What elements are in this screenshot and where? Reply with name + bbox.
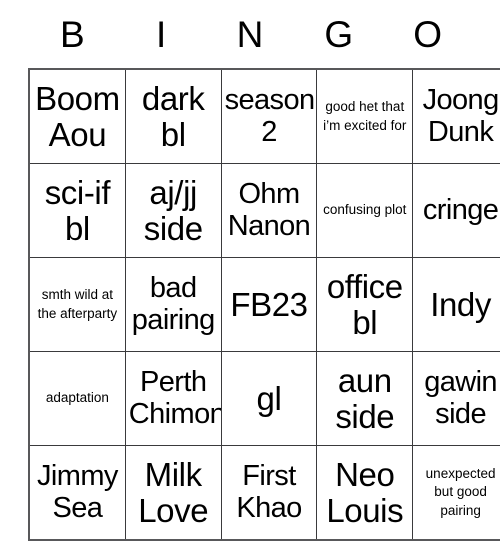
bingo-cell-label: gl (256, 379, 282, 417)
bingo-cell-label: smth wild at the afterparty (37, 287, 118, 321)
bingo-cell-label: Boom Aou (35, 80, 120, 153)
bingo-cell[interactable]: bad pairing (124, 257, 222, 352)
bingo-cell-label: bad pairing (131, 272, 215, 336)
bingo-row: smth wild at the afterparty bad pairing … (28, 257, 500, 352)
bingo-cell[interactable]: gl (220, 351, 318, 446)
bingo-cell-label: cringe (422, 193, 499, 226)
bingo-cell[interactable]: Milk Love (124, 445, 222, 541)
bingo-row: Boom Aou dark bl season 2 good het that … (28, 68, 500, 164)
bingo-row: Jimmy Sea Milk Love First Khao Neo Louis… (28, 445, 500, 541)
bingo-cell-label: gawin side (424, 366, 497, 430)
bingo-cell[interactable]: cringe (412, 163, 500, 258)
bingo-cell[interactable]: gawin side (412, 351, 500, 446)
bingo-cell-label: confusing plot (323, 202, 407, 218)
bingo-cell[interactable]: Boom Aou (28, 68, 126, 164)
bingo-cell-label: First Khao (236, 460, 302, 524)
bingo-cell[interactable]: Indy (412, 257, 500, 352)
bingo-cell-label: Jimmy Sea (37, 460, 118, 524)
bingo-cell-label: Joong Dunk (422, 84, 500, 148)
bingo-cell-label: aj/jj side (143, 174, 203, 247)
bingo-cell[interactable]: FB23 (220, 257, 318, 352)
bingo-header-letter-n: N (236, 13, 264, 55)
bingo-header-letter-i: I (156, 13, 167, 55)
bingo-cell-label: Ohm Nanon (227, 178, 311, 242)
bingo-cell-label: sci-if bl (44, 174, 111, 247)
bingo-cell[interactable]: unexpected but good pairing (412, 445, 500, 541)
bingo-cell-label: adaptation (45, 390, 109, 406)
bingo-cell[interactable]: smth wild at the afterparty (28, 257, 126, 352)
bingo-cell-label: Indy (430, 285, 491, 323)
bingo-grid: Boom Aou dark bl season 2 good het that … (28, 68, 500, 541)
bingo-cell[interactable]: First Khao (220, 445, 318, 541)
bingo-cell-label: FB23 (230, 285, 308, 323)
bingo-cell[interactable]: aun side (316, 351, 414, 446)
bingo-cell-label: Milk Love (138, 456, 209, 529)
bingo-cell-label: unexpected but good pairing (425, 466, 496, 518)
bingo-cell[interactable]: confusing plot (316, 163, 414, 258)
bingo-cell[interactable]: dark bl (124, 68, 222, 164)
bingo-cell[interactable]: adaptation (28, 351, 126, 446)
bingo-cell[interactable]: Perth Chimon (124, 351, 222, 446)
bingo-cell-label: good het that i’m excited for (323, 99, 407, 133)
bingo-header-letter-b: B (60, 13, 85, 55)
bingo-row: sci-if bl aj/jj side Ohm Nanon confusing… (28, 163, 500, 258)
bingo-cell[interactable]: sci-if bl (28, 163, 126, 258)
bingo-header-letter-g: G (324, 13, 354, 55)
bingo-cell[interactable]: good het that i’m excited for (316, 68, 414, 164)
bingo-cell[interactable]: Jimmy Sea (28, 445, 126, 541)
bingo-cell[interactable]: office bl (316, 257, 414, 352)
bingo-cell-label: season 2 (224, 84, 316, 148)
bingo-cell[interactable]: Ohm Nanon (220, 163, 318, 258)
bingo-cell[interactable]: season 2 (220, 68, 318, 164)
bingo-cell[interactable]: Joong Dunk (412, 68, 500, 164)
bingo-cell-label: Neo Louis (326, 456, 404, 529)
bingo-card: B I N G O Boom Aou dark bl season 2 good… (28, 0, 500, 541)
bingo-cell-label: aun side (335, 362, 395, 435)
bingo-row: adaptation Perth Chimon gl aun side gawi… (28, 351, 500, 446)
bingo-cell[interactable]: aj/jj side (124, 163, 222, 258)
bingo-header-letter-o: O (413, 13, 442, 55)
bingo-header: B I N G O (28, 0, 472, 68)
bingo-cell-label: dark bl (141, 80, 205, 153)
bingo-cell-label: Perth Chimon (128, 366, 222, 430)
bingo-cell[interactable]: Neo Louis (316, 445, 414, 541)
bingo-cell-label: office bl (326, 268, 403, 341)
